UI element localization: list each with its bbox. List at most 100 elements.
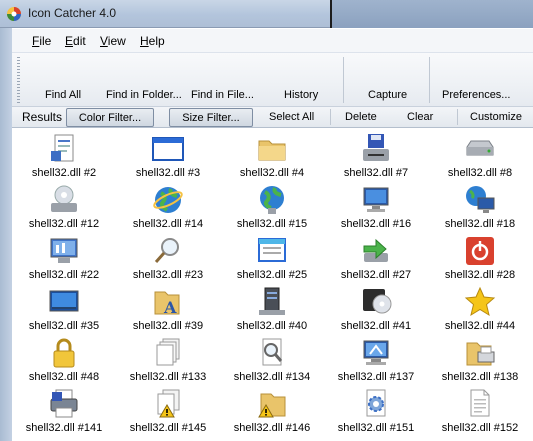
icon-result-item[interactable]: shell32.dll #23 bbox=[116, 232, 220, 283]
star-icon bbox=[464, 286, 496, 317]
icon-result-item[interactable]: shell32.dll #27 bbox=[324, 232, 428, 283]
icon-result-label: shell32.dll #146 bbox=[233, 422, 311, 434]
icon-result-item[interactable]: shell32.dll #15 bbox=[220, 181, 324, 232]
icon-result-item[interactable]: Ashell32.dll #39 bbox=[116, 283, 220, 334]
server-icon bbox=[259, 287, 285, 315]
menu-file-label: ile bbox=[39, 34, 52, 48]
icon-result-label: shell32.dll #134 bbox=[233, 371, 311, 383]
icon-result-item[interactable]: shell32.dll #48 bbox=[12, 334, 116, 385]
arrow-drive-icon bbox=[363, 238, 388, 262]
icon-result-item[interactable]: shell32.dll #2 bbox=[12, 130, 116, 181]
menu-help[interactable]: Help bbox=[140, 34, 165, 48]
icon-result-item[interactable]: shell32.dll #4 bbox=[220, 130, 324, 181]
icon-result-item[interactable]: shell32.dll #8 bbox=[428, 130, 532, 181]
icon-result-item[interactable]: shell32.dll #12 bbox=[12, 181, 116, 232]
customize-button[interactable]: Customize bbox=[470, 111, 522, 123]
clear-button[interactable]: Clear bbox=[407, 111, 433, 123]
menu-edit-key: E bbox=[65, 34, 74, 48]
menu-help-key: H bbox=[140, 34, 149, 48]
size-filter-button[interactable]: Size Filter... bbox=[169, 108, 253, 127]
icon-result-item[interactable]: shell32.dll #137 bbox=[324, 334, 428, 385]
icon-result-label: shell32.dll #22 bbox=[28, 269, 100, 281]
icon-result-label: shell32.dll #151 bbox=[337, 422, 415, 434]
icon-result-item[interactable]: shell32.dll #18 bbox=[428, 181, 532, 232]
icon-result-label: shell32.dll #8 bbox=[447, 167, 513, 179]
icon-result-label: shell32.dll #15 bbox=[236, 218, 308, 230]
icon-result-label: shell32.dll #35 bbox=[28, 320, 100, 332]
menu-view[interactable]: View bbox=[100, 34, 126, 48]
menu-view-key: V bbox=[100, 34, 108, 48]
icon-result-item[interactable]: shell32.dll #28 bbox=[428, 232, 532, 283]
background-window bbox=[332, 0, 533, 28]
icon-result-item[interactable]: shell32.dll #25 bbox=[220, 232, 324, 283]
icon-result-item[interactable]: shell32.dll #141 bbox=[12, 385, 116, 436]
find-in-folder-button[interactable]: Find in Folder... bbox=[106, 89, 182, 101]
icon-results-grid: shell32.dll #2 shell32.dll #3 shell32.dll … bbox=[12, 128, 533, 441]
icon-result-item[interactable]: shell32.dll #151 bbox=[324, 385, 428, 436]
icon-result-label: shell32.dll #3 bbox=[135, 167, 201, 179]
menu-view-label: iew bbox=[107, 34, 126, 48]
dvd-drive-icon bbox=[363, 289, 392, 314]
search-document-icon bbox=[262, 338, 283, 366]
icon-result-item[interactable]: shell32.dll #3 bbox=[116, 130, 220, 181]
capture-button[interactable]: Capture bbox=[368, 89, 407, 101]
history-button[interactable]: History bbox=[284, 89, 318, 101]
size-filter-label: Size Filter... bbox=[182, 112, 240, 124]
svg-text:A: A bbox=[163, 298, 177, 317]
toolbar-grip[interactable] bbox=[17, 57, 20, 103]
window-title: Icon Catcher 4.0 bbox=[28, 6, 117, 20]
monitor-settings-icon bbox=[363, 340, 389, 365]
select-all-button[interactable]: Select All bbox=[269, 111, 314, 123]
icon-result-label: shell32.dll #7 bbox=[343, 167, 409, 179]
preferences-button[interactable]: Preferences... bbox=[442, 89, 510, 101]
magnifier-icon bbox=[154, 238, 179, 263]
control-panel-icon bbox=[50, 238, 78, 263]
icon-result-item[interactable]: shell32.dll #138 bbox=[428, 334, 532, 385]
icon-result-item[interactable]: shell32.dll #133 bbox=[116, 334, 220, 385]
icon-result-label: shell32.dll #138 bbox=[441, 371, 519, 383]
menu-edit-label: dit bbox=[73, 34, 86, 48]
icon-result-item[interactable]: shell32.dll #145 bbox=[116, 385, 220, 436]
icon-result-item[interactable]: shell32.dll #146 bbox=[220, 385, 324, 436]
menu-file[interactable]: File bbox=[32, 34, 51, 48]
color-filter-button[interactable]: Color Filter... bbox=[66, 108, 154, 127]
find-all-button[interactable]: Find All bbox=[45, 89, 81, 101]
icon-result-label: shell32.dll #2 bbox=[31, 167, 97, 179]
window-icon bbox=[152, 137, 184, 161]
icon-result-item[interactable]: shell32.dll #35 bbox=[12, 283, 116, 334]
cd-drive-icon bbox=[51, 185, 77, 212]
icon-result-item[interactable]: shell32.dll #152 bbox=[428, 385, 532, 436]
icon-result-item[interactable]: shell32.dll #14 bbox=[116, 181, 220, 232]
warning-files-icon bbox=[157, 389, 180, 418]
icon-result-item[interactable]: shell32.dll #22 bbox=[12, 232, 116, 283]
hard-drive-icon bbox=[466, 140, 494, 156]
icon-result-label: shell32.dll #39 bbox=[132, 320, 204, 332]
title-bar: Icon Catcher 4.0 bbox=[0, 0, 533, 28]
toolbar: Find All Find in Folder... Find in File.… bbox=[12, 53, 533, 107]
window-frame-left bbox=[0, 28, 12, 441]
icon-result-label: shell32.dll #133 bbox=[129, 371, 207, 383]
icon-result-label: shell32.dll #145 bbox=[129, 422, 207, 434]
icon-result-item[interactable]: shell32.dll #134 bbox=[220, 334, 324, 385]
toolbar-separator bbox=[343, 57, 344, 103]
window-list-icon bbox=[258, 238, 286, 262]
font-folder-icon: A bbox=[154, 291, 180, 317]
icon-result-item[interactable]: shell32.dll #44 bbox=[428, 283, 532, 334]
files-icon bbox=[156, 338, 180, 366]
icon-result-label: shell32.dll #137 bbox=[337, 371, 415, 383]
delete-button[interactable]: Delete bbox=[345, 111, 377, 123]
icon-result-item[interactable]: shell32.dll #16 bbox=[324, 181, 428, 232]
icon-result-item[interactable]: shell32.dll #41 bbox=[324, 283, 428, 334]
gear-document-icon bbox=[366, 389, 386, 417]
color-filter-label: Color Filter... bbox=[78, 112, 142, 124]
icon-result-label: shell32.dll #44 bbox=[444, 320, 516, 332]
menu-edit[interactable]: Edit bbox=[65, 34, 86, 48]
network-globe-icon bbox=[260, 186, 284, 214]
icon-result-label: shell32.dll #27 bbox=[340, 269, 412, 281]
warning-folder-icon bbox=[258, 393, 286, 418]
icon-result-item[interactable]: shell32.dll #7 bbox=[324, 130, 428, 181]
icon-result-label: shell32.dll #41 bbox=[340, 320, 412, 332]
menu-bar: File Edit View Help bbox=[12, 29, 533, 53]
find-in-file-button[interactable]: Find in File... bbox=[191, 89, 254, 101]
icon-result-item[interactable]: shell32.dll #40 bbox=[220, 283, 324, 334]
